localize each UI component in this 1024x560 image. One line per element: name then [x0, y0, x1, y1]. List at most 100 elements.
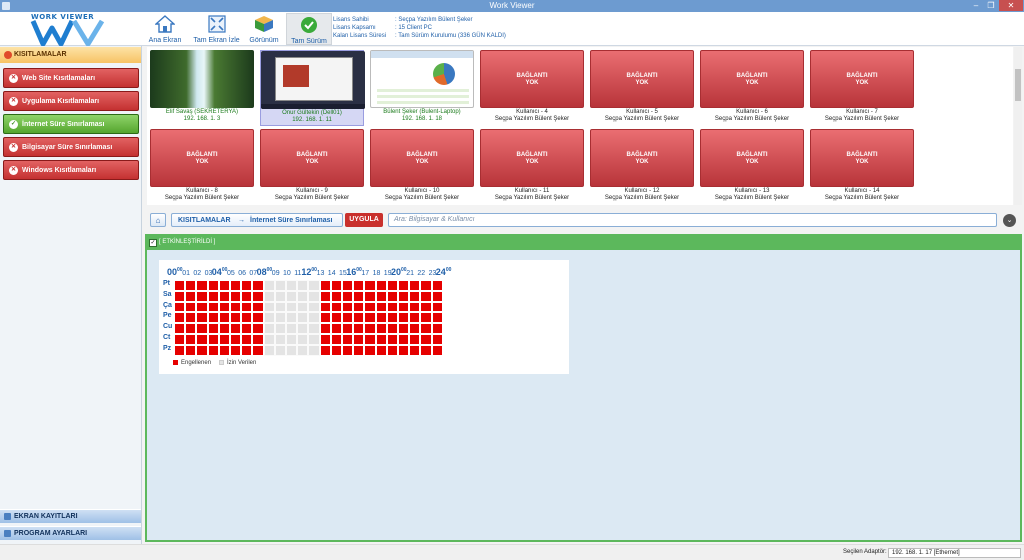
allowed-hour-cell[interactable]	[286, 323, 298, 334]
blocked-hour-cell[interactable]	[342, 334, 354, 345]
blocked-hour-cell[interactable]	[196, 334, 208, 345]
blocked-hour-cell[interactable]	[174, 301, 186, 313]
chevron-down-icon[interactable]: ⌄	[1003, 214, 1016, 227]
blocked-hour-cell[interactable]	[252, 323, 264, 334]
allowed-hour-cell[interactable]	[308, 301, 320, 313]
blocked-hour-cell[interactable]	[241, 290, 253, 302]
blocked-hour-cell[interactable]	[431, 312, 443, 324]
sidebar-footer-screen-records[interactable]: EKRAN KAYITLARI	[0, 509, 141, 523]
blocked-hour-cell[interactable]	[252, 290, 264, 302]
breadcrumb-root[interactable]: KISITLAMALAR	[178, 217, 231, 224]
client-thumbnail[interactable]: BAĞLANTI YOK Kullanıcı - 5 Seçpa Yazılım Bü…	[590, 50, 694, 126]
blocked-hour-cell[interactable]	[174, 323, 186, 334]
blocked-hour-cell[interactable]	[398, 344, 410, 356]
blocked-hour-cell[interactable]	[353, 290, 365, 302]
blocked-hour-cell[interactable]	[319, 344, 331, 356]
blocked-hour-cell[interactable]	[252, 334, 264, 345]
blocked-hour-cell[interactable]	[207, 312, 219, 324]
allowed-hour-cell[interactable]	[263, 290, 275, 302]
blocked-hour-cell[interactable]	[207, 334, 219, 345]
allowed-hour-cell[interactable]	[308, 323, 320, 334]
blocked-hour-cell[interactable]	[218, 312, 230, 324]
sidebar-footer-program-settings[interactable]: PROGRAM AYARLARI	[0, 526, 141, 540]
allowed-hour-cell[interactable]	[297, 334, 309, 345]
blocked-hour-cell[interactable]	[364, 344, 376, 356]
blocked-hour-cell[interactable]	[230, 334, 242, 345]
allowed-hour-cell[interactable]	[286, 344, 298, 356]
blocked-hour-cell[interactable]	[342, 344, 354, 356]
blocked-hour-cell[interactable]	[241, 301, 253, 313]
blocked-hour-cell[interactable]	[342, 301, 354, 313]
blocked-hour-cell[interactable]	[230, 290, 242, 302]
sidebar-header-restrictions[interactable]: KISITLAMALAR	[0, 47, 141, 63]
close-button[interactable]: ✕	[999, 0, 1023, 11]
sidebar-item-internet-time-limit[interactable]: ✓ İnternet Süre Sınırlaması	[3, 114, 139, 134]
blocked-hour-cell[interactable]	[185, 280, 197, 291]
search-input[interactable]: Ara: Bilgisayar & Kullanıcı	[388, 213, 997, 227]
blocked-hour-cell[interactable]	[196, 290, 208, 302]
blocked-hour-cell[interactable]	[196, 312, 208, 324]
breadcrumb-home-button[interactable]: ⌂	[150, 213, 166, 227]
blocked-hour-cell[interactable]	[364, 334, 376, 345]
blocked-hour-cell[interactable]	[375, 301, 387, 313]
blocked-hour-cell[interactable]	[174, 290, 186, 302]
client-thumbnail[interactable]: Bülent Şeker (Bulent-Laptop) 192. 168. 1.…	[370, 50, 474, 126]
blocked-hour-cell[interactable]	[375, 280, 387, 291]
blocked-hour-cell[interactable]	[174, 312, 186, 324]
blocked-hour-cell[interactable]	[319, 323, 331, 334]
full-version-button[interactable]: Tam Sürüm	[286, 13, 332, 45]
blocked-hour-cell[interactable]	[174, 344, 186, 356]
blocked-hour-cell[interactable]	[241, 344, 253, 356]
allowed-hour-cell[interactable]	[263, 344, 275, 356]
blocked-hour-cell[interactable]	[230, 301, 242, 313]
blocked-hour-cell[interactable]	[342, 280, 354, 291]
blocked-hour-cell[interactable]	[353, 323, 365, 334]
allowed-hour-cell[interactable]	[308, 280, 320, 291]
maximize-button[interactable]: ❐	[984, 0, 998, 11]
allowed-hour-cell[interactable]	[308, 334, 320, 345]
blocked-hour-cell[interactable]	[185, 290, 197, 302]
client-thumbnail[interactable]: BAĞLANTI YOK Kullanıcı - 8 Seçpa Yazılım Bü…	[150, 129, 254, 205]
allowed-hour-cell[interactable]	[286, 290, 298, 302]
blocked-hour-cell[interactable]	[185, 312, 197, 324]
client-thumbnail[interactable]: BAĞLANTI YOK Kullanıcı - 6 Seçpa Yazılım Bü…	[700, 50, 804, 126]
blocked-hour-cell[interactable]	[420, 344, 432, 356]
blocked-hour-cell[interactable]	[353, 344, 365, 356]
blocked-hour-cell[interactable]	[196, 344, 208, 356]
blocked-hour-cell[interactable]	[330, 323, 342, 334]
blocked-hour-cell[interactable]	[185, 323, 197, 334]
blocked-hour-cell[interactable]	[386, 312, 398, 324]
blocked-hour-cell[interactable]	[230, 280, 242, 291]
blocked-hour-cell[interactable]	[398, 312, 410, 324]
blocked-hour-cell[interactable]	[431, 344, 443, 356]
blocked-hour-cell[interactable]	[330, 301, 342, 313]
blocked-hour-cell[interactable]	[375, 334, 387, 345]
blocked-hour-cell[interactable]	[207, 290, 219, 302]
blocked-hour-cell[interactable]	[375, 312, 387, 324]
blocked-hour-cell[interactable]	[386, 290, 398, 302]
blocked-hour-cell[interactable]	[196, 323, 208, 334]
blocked-hour-cell[interactable]	[230, 344, 242, 356]
apply-button[interactable]: UYGULA	[345, 213, 383, 227]
blocked-hour-cell[interactable]	[386, 334, 398, 345]
blocked-hour-cell[interactable]	[319, 280, 331, 291]
blocked-hour-cell[interactable]	[342, 312, 354, 324]
allowed-hour-cell[interactable]	[286, 301, 298, 313]
blocked-hour-cell[interactable]	[398, 290, 410, 302]
allowed-hour-cell[interactable]	[274, 344, 286, 356]
blocked-hour-cell[interactable]	[386, 344, 398, 356]
client-thumbnail[interactable]: BAĞLANTI YOK Kullanıcı - 14 Seçpa Yazılım B…	[810, 129, 914, 205]
client-thumbnail[interactable]: BAĞLANTI YOK Kullanıcı - 13 Seçpa Yazılım B…	[700, 129, 804, 205]
blocked-hour-cell[interactable]	[241, 334, 253, 345]
blocked-hour-cell[interactable]	[330, 312, 342, 324]
blocked-hour-cell[interactable]	[386, 280, 398, 291]
allowed-hour-cell[interactable]	[297, 344, 309, 356]
blocked-hour-cell[interactable]	[409, 344, 421, 356]
client-thumbnail[interactable]: Elif Savaş (SEKRETERYA) 192. 168. 1. 3	[150, 50, 254, 126]
blocked-hour-cell[interactable]	[409, 323, 421, 334]
blocked-hour-cell[interactable]	[364, 323, 376, 334]
thumbnail-scrollbar[interactable]	[1014, 47, 1022, 205]
blocked-hour-cell[interactable]	[196, 301, 208, 313]
blocked-hour-cell[interactable]	[375, 290, 387, 302]
allowed-hour-cell[interactable]	[263, 301, 275, 313]
